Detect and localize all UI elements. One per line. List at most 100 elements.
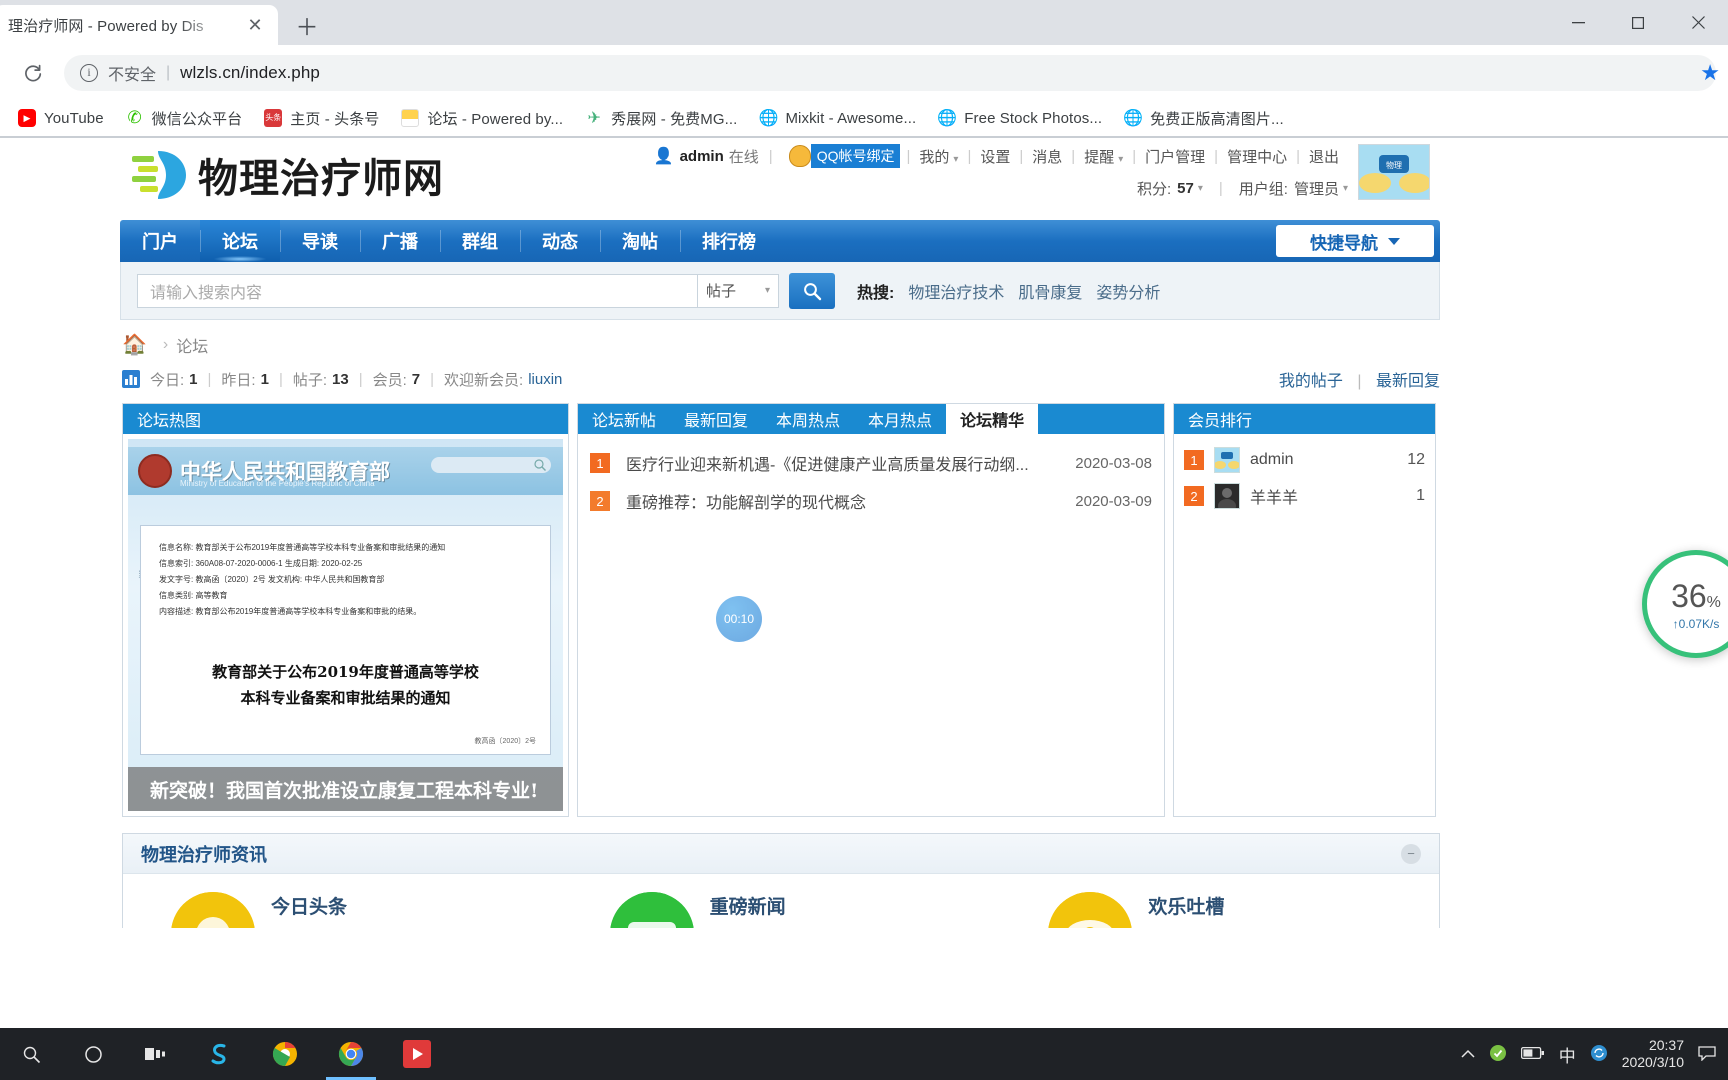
nav-item-ranking[interactable]: 排行榜	[680, 220, 778, 262]
member-rank: 1	[1184, 450, 1204, 470]
forum-category-name[interactable]: 重磅新闻	[710, 892, 812, 919]
window-close-icon[interactable]	[1668, 0, 1728, 45]
hot-search: 热搜: 物理治疗技术 肌骨康复 姿势分析	[857, 279, 1160, 303]
nav-item-forum[interactable]: 论坛	[200, 220, 280, 262]
tab-month-hot[interactable]: 本月热点	[854, 404, 946, 434]
edu-banner-subtitle: Ministry of Education of the People's Re…	[180, 479, 375, 488]
search-scope-select[interactable]: 帖子 ▾	[697, 273, 779, 308]
bookmark-star-icon[interactable]: ★	[1700, 60, 1720, 86]
network-speed-widget[interactable]: 36% ↑0.07K/s	[1642, 550, 1728, 658]
hot-term[interactable]: 物理治疗技术	[908, 279, 1004, 303]
browser-tab[interactable]: 理治疗师网 - Powered by Dis ✕	[0, 5, 278, 45]
bookmark-item[interactable]: ▶ YouTube	[18, 109, 104, 127]
welcome-member-link[interactable]: liuxin	[528, 371, 562, 388]
search-bar: 请输入搜索内容 帖子 ▾ 热搜: 物理治疗技术 肌骨康复 姿势分析	[120, 262, 1440, 320]
close-icon[interactable]: ✕	[242, 12, 268, 38]
bookmark-item[interactable]: 🌐 Free Stock Photos...	[937, 109, 1102, 128]
member-avatar[interactable]	[1214, 483, 1240, 509]
userbar-item-reminders[interactable]: 提醒 ▾	[1075, 146, 1132, 167]
chevron-down-icon[interactable]: ▾	[1198, 183, 1203, 194]
tab-digest[interactable]: 论坛精华	[946, 404, 1039, 434]
avatar[interactable]: 物理	[1358, 144, 1430, 200]
nav-item-collections[interactable]: 淘帖	[600, 220, 680, 262]
search-button[interactable]	[789, 272, 835, 309]
post-title[interactable]: 重磅推荐：功能解剖学的现代概念	[626, 489, 1075, 513]
notifications-icon[interactable]	[1698, 1045, 1716, 1063]
hot-image-body[interactable]: 中华人民共和国教育部 Ministry of Education of the …	[123, 434, 568, 816]
tab-new-posts[interactable]: 论坛新帖	[578, 404, 670, 434]
battery-icon[interactable]	[1520, 1046, 1545, 1063]
hot-term[interactable]: 肌骨康复	[1018, 279, 1082, 303]
taskbar-clock[interactable]: 20:37 2020/3/10	[1622, 1037, 1684, 1072]
nav-item-activity[interactable]: 动态	[520, 220, 600, 262]
tab-latest-reply[interactable]: 最新回复	[670, 404, 762, 434]
search-icon[interactable]	[0, 1028, 62, 1080]
my-posts-link[interactable]: 我的帖子	[1279, 373, 1343, 390]
search-input[interactable]: 请输入搜索内容	[137, 273, 697, 308]
new-tab-button[interactable]: ＋	[292, 10, 322, 40]
sync-icon[interactable]	[1590, 1044, 1608, 1065]
hot-term[interactable]: 姿势分析	[1096, 279, 1160, 303]
bookmark-item[interactable]: 头条 主页 - 头条号	[264, 108, 379, 129]
bookmark-item[interactable]: 🌐 Mixkit - Awesome...	[758, 109, 916, 128]
forum-category-name[interactable]: 欢乐吐槽	[1148, 892, 1250, 919]
address-bar[interactable]: i 不安全 | wlzls.cn/index.php ★	[64, 54, 1720, 91]
post-row[interactable]: 2 重磅推荐：功能解剖学的现代概念 2020-03-09	[590, 482, 1152, 520]
chrome-icon[interactable]	[318, 1028, 384, 1080]
member-row[interactable]: 2 羊羊羊 1	[1184, 478, 1425, 514]
chrome-canary-icon[interactable]	[252, 1028, 318, 1080]
member-avatar[interactable]	[1214, 447, 1240, 473]
hot-image-caption[interactable]: 新突破！我国首次批准设立康复工程本科专业!	[128, 767, 563, 811]
nav-item-groups[interactable]: 群组	[440, 220, 520, 262]
video-play-bubble[interactable]: 00:10	[716, 596, 762, 642]
app-s-icon[interactable]	[186, 1028, 252, 1080]
bookmark-item[interactable]: ✈ 秀展网 - 免费MG...	[585, 108, 737, 129]
forum-category[interactable]: 重磅新闻 主题: 2, 帖数: 2	[562, 892, 1001, 928]
post-row[interactable]: 1 医疗行业迎来新机遇-《促进健康产业高质量发展行动纲... 2020-03-0…	[590, 444, 1152, 482]
member-row[interactable]: 1 admin 12	[1184, 442, 1425, 478]
bookmark-item[interactable]: 🌐 免费正版高清图片...	[1123, 108, 1284, 129]
doc-meta-line: 发文字号: 教高函〔2020〕2号 发文机构: 中华人民共和国教育部	[159, 575, 385, 584]
bookmark-item[interactable]: ✆ 微信公众平台	[126, 108, 243, 129]
userbar-item-messages[interactable]: 消息	[1023, 146, 1071, 167]
userbar-item-my[interactable]: 我的 ▾	[910, 146, 967, 167]
site-logo[interactable]: 物理治疗师网	[128, 146, 444, 204]
nav-item-portal[interactable]: 门户	[120, 220, 200, 262]
info-icon[interactable]: i	[80, 63, 98, 82]
media-player-icon[interactable]	[384, 1028, 450, 1080]
chevron-down-icon[interactable]: ▾	[1343, 183, 1348, 194]
userbar-item-admin-center[interactable]: 管理中心	[1218, 146, 1296, 167]
qq-bind-button[interactable]: QQ帐号绑定	[788, 144, 901, 168]
circle-icon[interactable]	[62, 1028, 124, 1080]
qq-bind-label: QQ帐号绑定	[810, 144, 901, 168]
reload-icon[interactable]	[16, 56, 50, 90]
username[interactable]: admin	[680, 148, 724, 165]
userbar-item-logout[interactable]: 退出	[1300, 146, 1348, 167]
breadcrumb-current[interactable]: 论坛	[176, 333, 208, 357]
forum-category[interactable]: 欢乐吐槽 主题: 0, 帖数: 0	[1000, 892, 1439, 928]
maximize-icon[interactable]	[1608, 0, 1668, 45]
nav-item-broadcast[interactable]: 广播	[360, 220, 440, 262]
post-title[interactable]: 医疗行业迎来新机遇-《促进健康产业高质量发展行动纲...	[626, 451, 1075, 475]
forum-category-name[interactable]: 今日头条	[271, 892, 373, 919]
chevron-up-icon[interactable]	[1461, 1046, 1475, 1062]
minus-icon[interactable]: −	[1401, 843, 1421, 864]
ime-indicator[interactable]: 中	[1559, 1042, 1576, 1067]
nav-item-guide[interactable]: 导读	[280, 220, 360, 262]
clock-time: 20:37	[1648, 1036, 1684, 1053]
quick-nav-button[interactable]: 快捷导航	[1276, 225, 1434, 257]
task-view-icon[interactable]	[124, 1028, 186, 1080]
green-circle-icon[interactable]	[1489, 1044, 1507, 1065]
userbar-item-portal-admin[interactable]: 门户管理	[1136, 146, 1214, 167]
latest-reply-link[interactable]: 最新回复	[1376, 373, 1440, 390]
minimize-icon[interactable]	[1548, 0, 1608, 45]
tab-week-hot[interactable]: 本周热点	[762, 404, 854, 434]
forum-category[interactable]: 今日头条 主题: 0, 帖数: 0	[123, 892, 562, 928]
doc-footer: 教高函〔2020〕2号	[474, 738, 536, 745]
home-icon[interactable]: 🏠	[122, 332, 147, 357]
member-name[interactable]: 羊羊羊	[1250, 484, 1416, 508]
document-card: 信息名称: 教育部关于公布2019年度普通高等学校本科专业备案和审批结果的通知 …	[140, 525, 551, 755]
userbar-item-settings[interactable]: 设置	[971, 146, 1019, 167]
member-name[interactable]: admin	[1250, 451, 1407, 469]
bookmark-item[interactable]: 论坛 - Powered by...	[401, 108, 563, 129]
